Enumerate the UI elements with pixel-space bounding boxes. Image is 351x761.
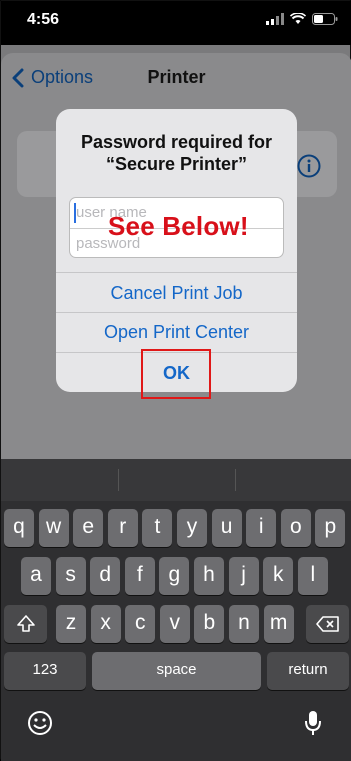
dialog-title-line2: “Secure Printer” (105, 154, 248, 174)
status-icons (266, 13, 338, 25)
highlight-box (141, 349, 211, 399)
signal-icon (266, 13, 284, 25)
shift-icon (16, 615, 35, 632)
key-q[interactable]: q (4, 509, 34, 547)
key-i[interactable]: i (246, 509, 277, 547)
key-s[interactable]: s (55, 557, 86, 595)
key-l[interactable]: l (297, 557, 328, 595)
space-key[interactable]: space (92, 652, 261, 690)
emoji-icon[interactable] (27, 710, 53, 736)
key-h[interactable]: h (194, 557, 224, 595)
open-print-center-button[interactable]: Open Print Center (56, 322, 297, 343)
key-p[interactable]: p (315, 509, 346, 547)
key-u[interactable]: u (211, 509, 242, 547)
key-e[interactable]: e (73, 509, 104, 547)
keyboard: qwertyuiop asdfghjkl zxcvbnm 123 space r… (1, 459, 351, 761)
shift-key[interactable] (4, 605, 47, 643)
status-bar: 4:56 (1, 1, 351, 45)
microphone-icon[interactable] (303, 709, 323, 737)
phone-screen: 4:56 Options Printer Password required f… (0, 0, 351, 761)
divider (56, 312, 297, 313)
key-a[interactable]: a (21, 557, 51, 595)
key-r[interactable]: r (107, 509, 138, 547)
dialog-title: Password required for “Secure Printer” (56, 131, 297, 175)
key-j[interactable]: j (228, 557, 259, 595)
key-n[interactable]: n (229, 605, 259, 643)
prediction-bar (1, 459, 351, 501)
annotation-text: See Below! (108, 211, 249, 241)
key-o[interactable]: o (280, 509, 311, 547)
divider (56, 272, 297, 273)
info-icon[interactable] (297, 154, 321, 178)
status-time: 4:56 (27, 11, 60, 28)
key-d[interactable]: d (90, 557, 121, 595)
return-key[interactable]: return (267, 652, 349, 690)
key-x[interactable]: x (90, 605, 121, 643)
key-k[interactable]: k (263, 557, 294, 595)
key-w[interactable]: w (38, 509, 69, 547)
backspace-key[interactable] (306, 605, 349, 643)
backspace-icon (315, 616, 339, 632)
key-b[interactable]: b (194, 605, 225, 643)
key-f[interactable]: f (124, 557, 155, 595)
key-y[interactable]: y (177, 509, 207, 547)
key-z[interactable]: z (56, 605, 86, 643)
divider (235, 469, 236, 491)
key-t[interactable]: t (142, 509, 173, 547)
numbers-key[interactable]: 123 (4, 652, 86, 690)
key-v[interactable]: v (159, 605, 190, 643)
nav-bar: Options Printer (1, 53, 351, 101)
key-m[interactable]: m (263, 605, 294, 643)
key-c[interactable]: c (125, 605, 156, 643)
page-title: Printer (147, 67, 206, 87)
wifi-icon (290, 13, 306, 24)
dialog-title-line1: Password required for (80, 132, 273, 152)
key-g[interactable]: g (159, 557, 190, 595)
divider (118, 469, 119, 491)
battery-icon (312, 13, 338, 25)
cancel-print-job-button[interactable]: Cancel Print Job (56, 283, 297, 304)
